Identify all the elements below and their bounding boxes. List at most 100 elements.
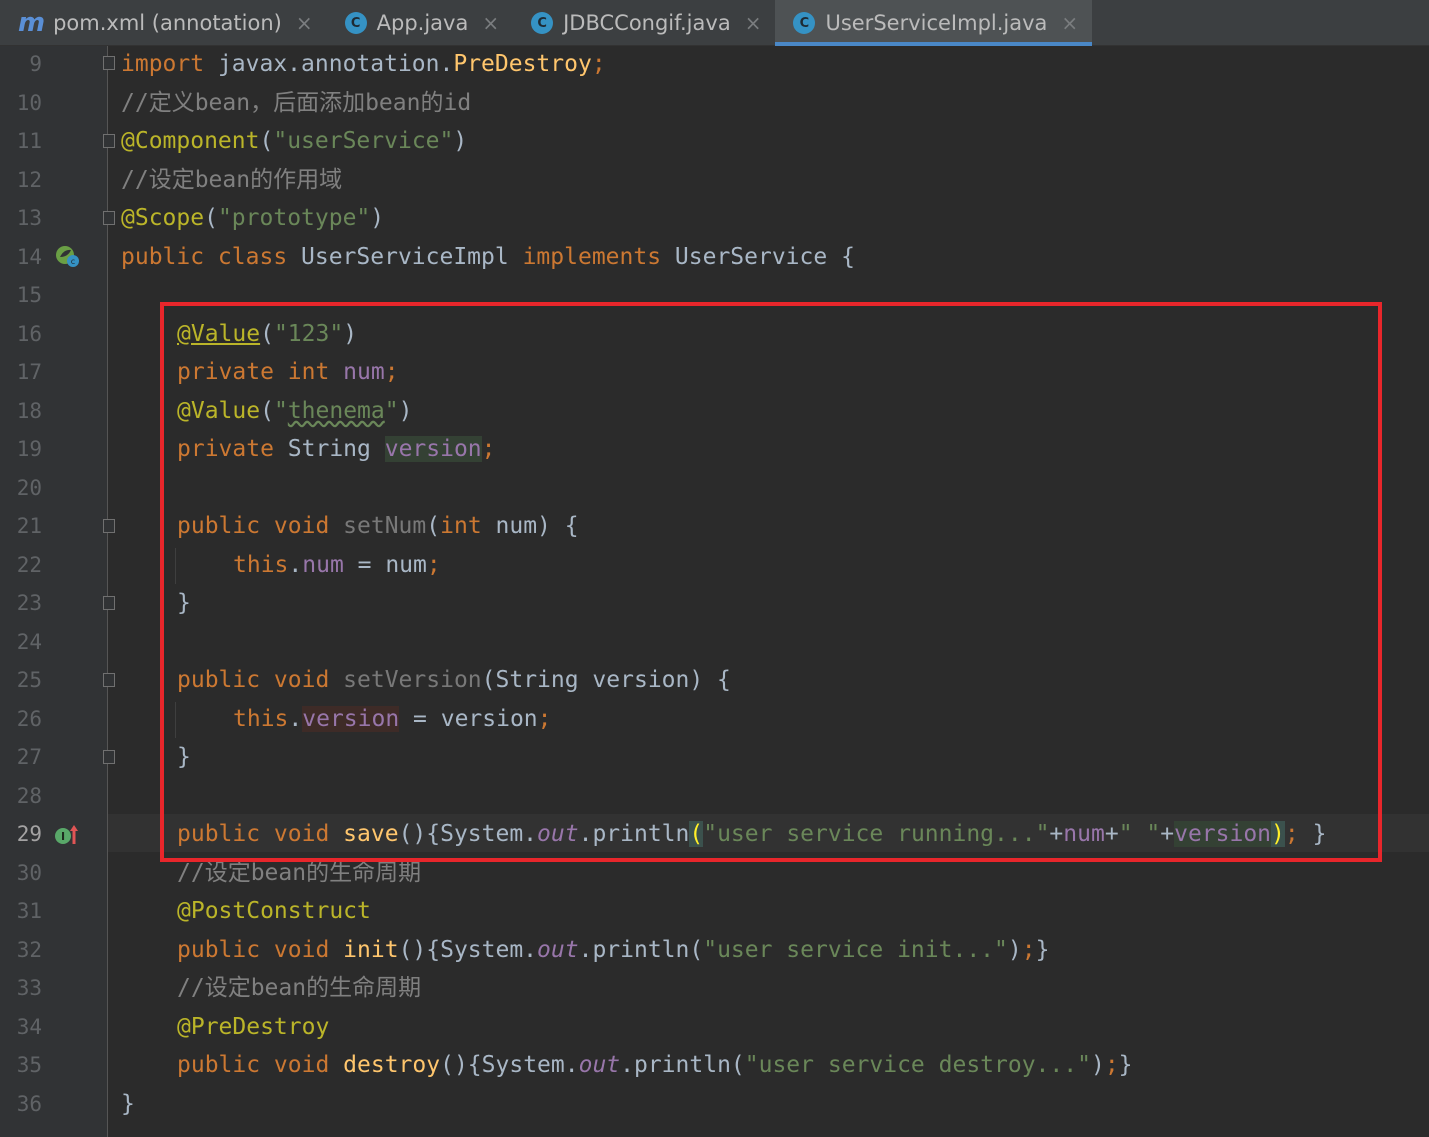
static-field: out <box>537 821 579 847</box>
code-token: ) <box>370 205 385 231</box>
code-line[interactable]: 19 private String version; <box>0 430 1429 468</box>
code-token: ; <box>426 552 441 578</box>
line-number: 30 <box>16 861 42 885</box>
code-line[interactable]: 18 @Value("thenema") <box>0 392 1429 430</box>
code-line[interactable]: 11 @Component("userService") <box>0 122 1429 160</box>
code-line[interactable]: 27 } <box>0 738 1429 776</box>
field-name: version <box>1174 821 1272 847</box>
string-literal: " <box>273 398 288 424</box>
code-token: ; <box>1104 1052 1119 1078</box>
close-icon[interactable]: × <box>482 11 499 35</box>
field-name: version <box>384 436 482 462</box>
code-line[interactable]: 25 public void setVersion(String version… <box>0 661 1429 699</box>
annotation: @Scope <box>121 205 205 231</box>
code-token: } <box>177 590 191 616</box>
line-number: 26 <box>16 707 42 731</box>
java-class-icon: C <box>793 12 816 34</box>
line-number: 18 <box>16 399 42 423</box>
comment: //设定bean的作用域 <box>121 167 343 193</box>
code-token: UserServiceImpl <box>301 244 523 270</box>
code-token: import <box>121 51 205 77</box>
code-line[interactable]: 15 <box>0 276 1429 314</box>
code-line[interactable]: 36 } <box>0 1085 1429 1123</box>
code-token: + <box>1049 821 1064 847</box>
close-icon[interactable]: × <box>296 11 313 35</box>
code-line[interactable]: 28 <box>0 777 1429 815</box>
code-line[interactable]: 33 //设定bean的生命周期 <box>0 969 1429 1007</box>
code-line[interactable]: 26 this.version = version; <box>0 700 1429 738</box>
comment: //设定bean的生命周期 <box>177 975 422 1001</box>
fold-marker-icon[interactable] <box>103 596 115 610</box>
code-line[interactable]: 12 //设定bean的作用域 <box>0 161 1429 199</box>
code-token: (){System. <box>440 1052 579 1078</box>
code-line[interactable]: 13 @Scope("prototype") <box>0 199 1429 237</box>
code-token: public class <box>121 244 302 270</box>
line-number: 24 <box>16 630 42 654</box>
code-token: PreDestroy <box>453 51 592 77</box>
fold-marker-icon[interactable] <box>103 56 115 70</box>
code-line[interactable]: 21 public void setNum(int num) { <box>0 507 1429 545</box>
code-line[interactable]: 32 public void init(){System.out.println… <box>0 931 1429 969</box>
annotation: @Value <box>177 321 261 347</box>
code-line[interactable]: 31 @PostConstruct <box>0 892 1429 930</box>
code-token: = num <box>343 552 427 578</box>
code-token: } <box>1118 1052 1133 1078</box>
code-line[interactable]: 9 import javax.annotation.PreDestroy; <box>0 45 1429 83</box>
code-token: ; <box>537 706 552 732</box>
fold-marker-icon[interactable] <box>103 519 115 533</box>
code-line[interactable]: 14 public class UserServiceImpl implemen… <box>0 238 1429 276</box>
tab-label: UserServiceImpl.java <box>825 11 1048 35</box>
svg-text:c: c <box>71 257 75 266</box>
annotation: @Value <box>177 398 261 424</box>
code-line[interactable]: 16 @Value("123") <box>0 315 1429 353</box>
line-number: 17 <box>16 360 42 384</box>
code-line[interactable]: 10 //定义bean，后面添加bean的id <box>0 84 1429 122</box>
string-literal: "prototype" <box>217 205 371 231</box>
code-line[interactable]: 35 public void destroy(){System.out.prin… <box>0 1046 1429 1084</box>
line-number: 27 <box>16 745 42 769</box>
tab-pom-xml[interactable]: m pom.xml (annotation) × <box>0 0 327 46</box>
tab-jdbc-config-java[interactable]: C JDBCCongif.java × <box>513 0 775 46</box>
typo-warning[interactable]: thenema <box>288 398 385 424</box>
annotation: @PostConstruct <box>177 898 371 924</box>
fold-marker-icon[interactable] <box>103 211 115 225</box>
line-number: 31 <box>16 899 42 923</box>
line-number: 33 <box>16 976 42 1000</box>
code-token: ; <box>481 436 496 462</box>
code-line[interactable]: 22 this.num = num; <box>0 546 1429 584</box>
close-icon[interactable]: × <box>745 11 762 35</box>
code-line[interactable]: 23 } <box>0 584 1429 622</box>
tab-user-service-impl-java[interactable]: C UserServiceImpl.java × <box>775 0 1093 46</box>
code-line[interactable]: 30 //设定bean的生命周期 <box>0 854 1429 892</box>
code-token: ) <box>453 128 468 154</box>
close-icon[interactable]: × <box>1061 11 1078 35</box>
spring-bean-icon[interactable]: c <box>54 243 80 269</box>
implements-method-icon[interactable]: I <box>54 822 80 848</box>
line-number: 34 <box>16 1015 42 1039</box>
code-token: (){System. <box>398 821 538 847</box>
method-name: destroy <box>343 1052 441 1078</box>
code-token: javax.annotation. <box>204 51 454 77</box>
code-token: .println <box>578 821 690 847</box>
method-name: setNum <box>343 513 427 539</box>
method-name: save <box>343 821 399 847</box>
fold-marker-icon[interactable] <box>103 673 115 687</box>
code-line[interactable]: 29 public void save(){System.out.println… <box>0 815 1429 853</box>
tab-app-java[interactable]: C App.java × <box>327 0 513 46</box>
code-line[interactable]: 24 <box>0 623 1429 661</box>
line-number: 14 <box>16 245 42 269</box>
code-line[interactable]: 20 <box>0 469 1429 507</box>
code-line[interactable]: 17 private int num; <box>0 353 1429 391</box>
line-number: 29 <box>16 822 42 846</box>
code-line[interactable]: 34 @PreDestroy <box>0 1008 1429 1046</box>
code-token: .println( <box>578 937 704 963</box>
code-token: ( <box>260 398 274 424</box>
code-token: (){System. <box>398 937 538 963</box>
maven-icon: m <box>18 8 46 38</box>
fold-marker-icon[interactable] <box>103 134 115 148</box>
line-number: 32 <box>16 938 42 962</box>
matched-brace: ( <box>689 821 704 847</box>
line-number: 23 <box>16 591 42 615</box>
fold-marker-icon[interactable] <box>103 750 115 764</box>
code-token: public void <box>177 1052 344 1078</box>
